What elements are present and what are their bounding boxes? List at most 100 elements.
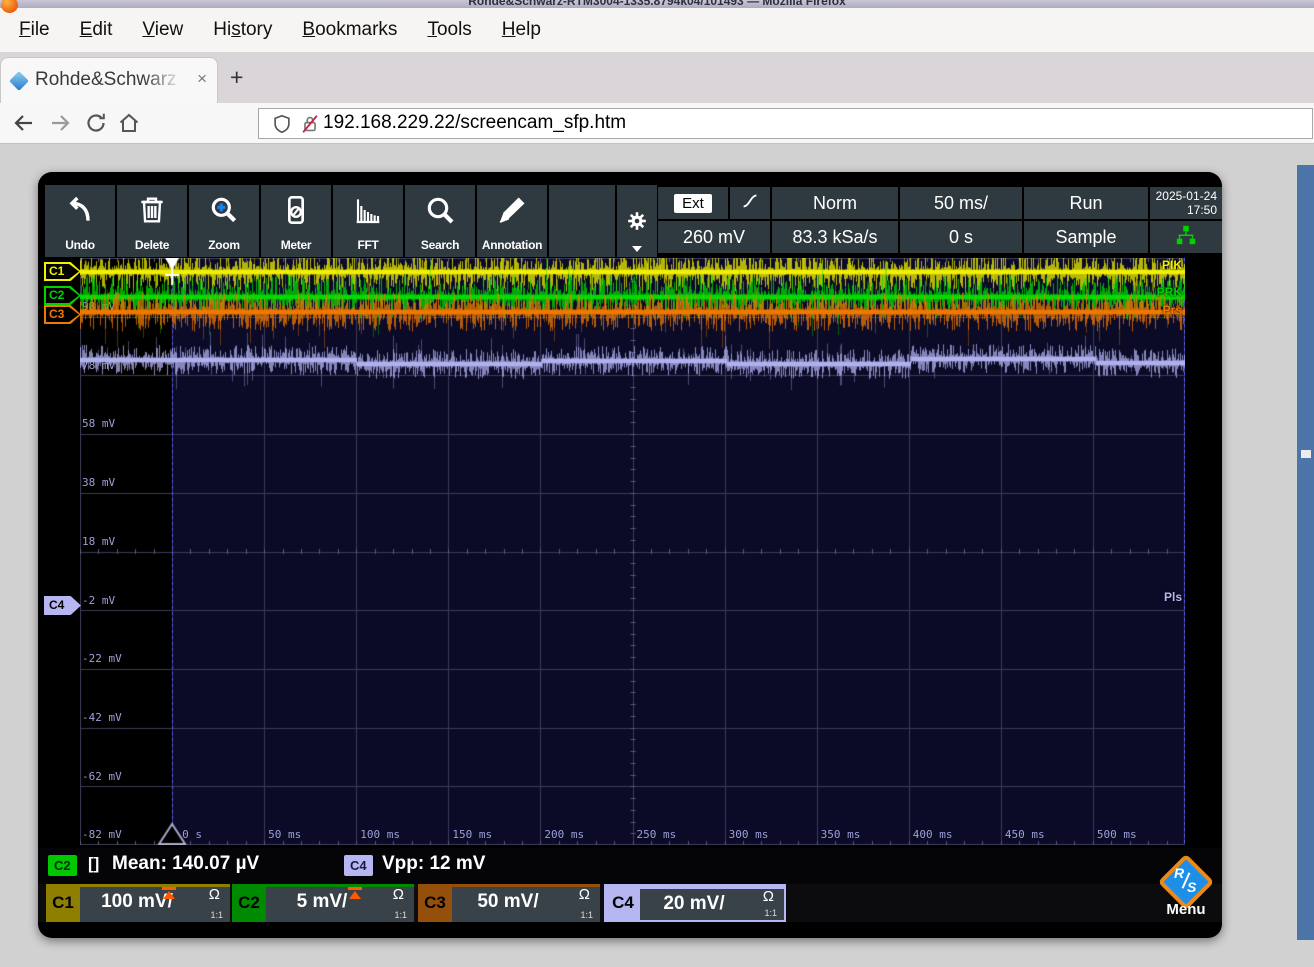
meter-button[interactable]: Meter xyxy=(261,185,331,257)
x-axis-label: 100 ms xyxy=(360,828,400,841)
zoom-button[interactable]: Zoom xyxy=(189,185,259,257)
desktop-edge-strip xyxy=(1297,165,1314,940)
new-tab-button[interactable]: + xyxy=(230,66,243,89)
url-bar[interactable]: 192.168.229.22/screencam_sfp.htm xyxy=(258,108,1313,139)
datetime-cell: 2025-01-24 17:50 xyxy=(1150,187,1222,219)
impedance-symbol: Ω xyxy=(578,886,590,903)
shield-icon[interactable] xyxy=(271,113,293,135)
probe-ratio: 1:1 xyxy=(764,908,777,918)
x-axis-label: 300 ms xyxy=(728,828,769,841)
toolbar-button-label: Meter xyxy=(280,238,312,252)
x-axis-label: 400 ms xyxy=(912,828,953,841)
channel-block-c1[interactable]: C1 100 mV/Ω 1:1 xyxy=(46,884,230,922)
channel-badge: C2 xyxy=(232,884,266,922)
annotation-button[interactable]: Annotation xyxy=(477,185,547,257)
trigger-source-cell[interactable]: Ext xyxy=(658,187,728,219)
trigger-level-cell[interactable]: 260 mV xyxy=(658,221,770,253)
tab-favicon-icon xyxy=(9,71,29,91)
y-axis-label: -82 mV xyxy=(82,828,122,842)
fft-button[interactable]: FFT xyxy=(333,185,403,257)
probe-ratio: 1:1 xyxy=(580,910,593,920)
x-axis-label: 450 ms xyxy=(1004,828,1045,841)
forward-icon[interactable] xyxy=(48,111,72,135)
home-icon[interactable] xyxy=(117,111,141,135)
y-axis-label: 98 mV xyxy=(82,300,116,313)
menu-view[interactable]: View xyxy=(127,19,198,41)
rs-logo-icon: RS xyxy=(1174,865,1197,895)
x-axis-label: 150 ms xyxy=(452,828,493,841)
y-axis-label: -22 mV xyxy=(82,652,122,666)
menu-history[interactable]: History xyxy=(198,19,287,41)
measurement-value: Vpp: 12 mV xyxy=(382,853,486,874)
toolbar-button-label: Zoom xyxy=(208,238,240,252)
waveform-right-label: PRK xyxy=(1156,285,1182,299)
channel-block-c4[interactable]: C4 20 mV/Ω 1:1 xyxy=(604,884,786,922)
delete-button[interactable]: Delete xyxy=(117,185,187,257)
lan-icon xyxy=(1175,224,1197,251)
settings-button[interactable] xyxy=(617,185,657,257)
channel-marker-c1[interactable]: C1 xyxy=(44,262,81,281)
measurement-gate-icon: [] xyxy=(88,854,100,873)
rising-edge-icon xyxy=(739,190,761,217)
marker-label: C3 xyxy=(49,307,65,321)
menu-edit[interactable]: Edit xyxy=(65,19,128,41)
y-axis-label: 38 mV xyxy=(82,476,116,490)
pencil-icon xyxy=(496,194,528,226)
toolbar-button-label: Delete xyxy=(134,238,170,252)
measurement-channel-badge: C2 xyxy=(48,855,77,876)
undo-icon xyxy=(64,194,96,226)
marker-label: C1 xyxy=(49,264,65,278)
overload-indicator-icon xyxy=(348,887,362,900)
y-axis-label: -42 mV xyxy=(82,710,122,724)
y-axis-label: 18 mV xyxy=(82,534,116,548)
x-axis-label: 350 ms xyxy=(820,828,861,841)
undo-button[interactable]: Undo xyxy=(45,185,115,257)
channel-block-c2[interactable]: C2 5 mV/Ω 1:1 xyxy=(232,884,414,922)
reload-icon[interactable] xyxy=(84,111,108,135)
y-axis-label: -62 mV xyxy=(82,769,122,783)
measurement-bar: C2 [] Mean: 140.07 µV C4 Vpp: 12 mV xyxy=(38,848,1222,884)
menu-file[interactable]: File xyxy=(4,19,65,41)
menu-help[interactable]: Help xyxy=(487,19,556,41)
browser-menubar: File Edit View History Bookmarks Tools Help xyxy=(0,8,1314,52)
chevron-down-icon xyxy=(632,246,642,252)
probe-ratio: 1:1 xyxy=(394,910,407,920)
channel-marker-c4[interactable]: C4 xyxy=(44,596,81,615)
date-text: 2025-01-24 xyxy=(1155,189,1217,203)
lan-status-cell[interactable] xyxy=(1150,221,1222,253)
x-axis-label: 50 ms xyxy=(268,828,302,841)
channel-block-c3[interactable]: C3 50 mV/Ω 1:1 xyxy=(418,884,600,922)
waveform-right-label: Prs xyxy=(1162,303,1182,317)
back-icon[interactable] xyxy=(12,111,36,135)
timebase-cell[interactable]: 50 ms/ xyxy=(900,187,1022,219)
menu-tools[interactable]: Tools xyxy=(412,19,486,41)
marker-label: C4 xyxy=(49,598,65,612)
measurement-channel-badge: C4 xyxy=(344,855,373,876)
trash-icon xyxy=(136,194,168,226)
channel-marker-c2[interactable]: C2 xyxy=(44,286,81,305)
sample-rate-cell[interactable]: 83.3 kSa/s xyxy=(772,221,898,253)
channel-badge: C1 xyxy=(46,884,80,922)
probe-ratio: 1:1 xyxy=(210,910,223,920)
axis-labels: 98 mV 78 mV 58 mV 38 mV 18 mV -2 mV -22 mV -42 … xyxy=(80,258,1185,845)
search-icon xyxy=(424,194,456,226)
horizontal-position-cell[interactable]: 0 s xyxy=(900,221,1022,253)
channel-marker-c3[interactable]: C3 xyxy=(44,305,81,324)
acquisition-mode-cell[interactable]: Sample xyxy=(1024,221,1148,253)
acquisition-state-cell[interactable]: Run xyxy=(1024,187,1148,219)
waveform-display[interactable]: 98 mV 78 mV 58 mV 38 mV 18 mV -2 mV -22 mV -42 … xyxy=(80,258,1185,845)
channel-scale: 20 mV/ xyxy=(663,893,725,914)
menu-button-label: Menu xyxy=(1166,901,1206,918)
x-axis-label: 250 ms xyxy=(636,828,677,841)
search-button[interactable]: Search xyxy=(405,185,475,257)
impedance-symbol: Ω xyxy=(392,886,404,903)
url-text: 192.168.229.22/screencam_sfp.htm xyxy=(323,112,627,133)
tab-close-icon[interactable]: × xyxy=(197,69,207,89)
menu-bookmarks[interactable]: Bookmarks xyxy=(287,19,412,41)
trigger-mode-cell[interactable]: Norm xyxy=(772,187,898,219)
tab-rohde-schwarz[interactable]: Rohde&Schwarz × xyxy=(0,57,218,103)
insecure-lock-icon[interactable] xyxy=(299,113,321,135)
trigger-slope-cell[interactable] xyxy=(730,187,770,219)
overload-indicator-icon xyxy=(162,887,176,900)
scrollbar-thumb[interactable] xyxy=(1301,450,1311,458)
